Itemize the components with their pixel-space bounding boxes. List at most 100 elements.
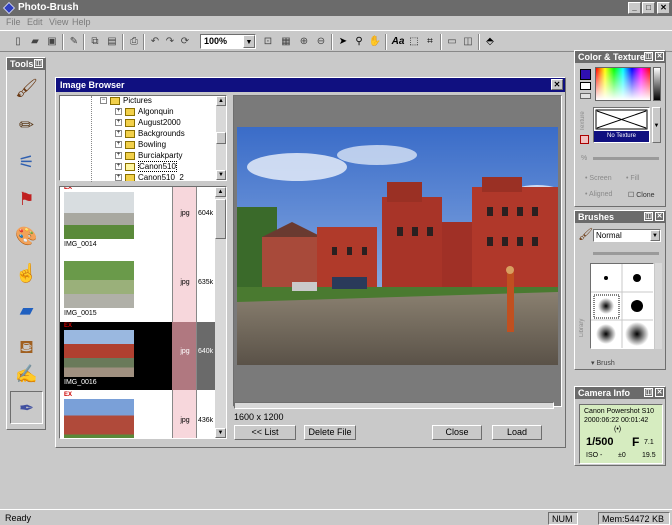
scroll-thumb[interactable] bbox=[216, 132, 226, 144]
clone-tool-icon[interactable]: ✍ bbox=[10, 358, 43, 391]
expand-icon[interactable]: + bbox=[115, 163, 122, 171]
actual-size-icon[interactable]: ⊡ bbox=[260, 34, 276, 50]
thumbnail-scrollbar[interactable]: ▲ ▼ bbox=[215, 187, 226, 438]
menu-edit[interactable]: Edit bbox=[27, 17, 43, 27]
pointer-icon[interactable]: ➤ bbox=[335, 34, 351, 50]
folder-item[interactable]: + Bowling bbox=[115, 140, 166, 151]
minimize-button[interactable]: _ bbox=[628, 2, 641, 14]
airbrush-tool-icon[interactable]: ⚟ bbox=[10, 146, 43, 179]
eraser-tool-icon[interactable]: ▰ bbox=[10, 294, 43, 327]
menu-file[interactable]: File bbox=[6, 17, 21, 27]
new-file-icon[interactable]: ▯ bbox=[10, 34, 26, 50]
thumbnail-image[interactable] bbox=[64, 192, 134, 239]
texture-toggle-icon[interactable] bbox=[580, 135, 589, 144]
folder-item[interactable]: + August2000 bbox=[115, 118, 181, 129]
save-icon[interactable]: ▣ bbox=[44, 34, 60, 50]
menu-view[interactable]: View bbox=[49, 17, 68, 27]
scroll-thumb[interactable] bbox=[215, 199, 226, 239]
close-icon[interactable]: ✕ bbox=[655, 388, 664, 397]
zoom-out-icon[interactable]: ⊖ bbox=[313, 34, 329, 50]
effects-tool-icon[interactable]: ✒ bbox=[10, 391, 43, 424]
clone-option[interactable]: ☐ Clone bbox=[628, 191, 655, 199]
thumbnail-image[interactable] bbox=[64, 261, 134, 308]
undo-icon[interactable]: ↶ bbox=[147, 34, 163, 50]
palette-tool-icon[interactable]: 🎨 bbox=[10, 220, 43, 253]
scroll-down-icon[interactable]: ▼ bbox=[216, 170, 226, 180]
print-icon[interactable]: ⎙ bbox=[126, 34, 142, 50]
expand-icon[interactable]: + bbox=[115, 174, 122, 181]
panel-restore-icon[interactable]: ◫ bbox=[644, 388, 653, 397]
chevron-down-icon[interactable]: ▼ bbox=[243, 35, 255, 48]
background-color-swatch[interactable] bbox=[580, 82, 591, 90]
folder-item[interactable]: + Canon510_2 bbox=[115, 173, 184, 181]
thumbnail-row-selected[interactable]: EX IMG_0016 bbox=[60, 322, 172, 390]
panel-restore-icon[interactable]: ◫ bbox=[644, 212, 653, 221]
texture-dropdown-icon[interactable]: ▼ bbox=[652, 107, 661, 143]
folder-item-selected[interactable]: + Canon510 bbox=[115, 161, 177, 173]
scroll-up-icon[interactable]: ▲ bbox=[215, 187, 226, 197]
expand-icon[interactable]: + bbox=[115, 130, 122, 138]
hand-icon[interactable]: ✋ bbox=[367, 34, 383, 50]
folder-item[interactable]: − Pictures bbox=[100, 96, 152, 107]
thumbnail-image[interactable] bbox=[64, 399, 134, 438]
pencil-tool-icon[interactable]: ✏ bbox=[10, 109, 43, 142]
texture-preview[interactable]: No Texture bbox=[593, 107, 650, 143]
select-rect-icon[interactable]: ⬚ bbox=[406, 34, 422, 50]
thumbnail-row[interactable]: EX jpg 436k bbox=[60, 391, 218, 438]
pointer-help-icon[interactable]: ⬘ bbox=[482, 34, 498, 50]
resize-icon[interactable]: ◫ bbox=[460, 34, 476, 50]
folder-item[interactable]: + Backgrounds bbox=[115, 129, 185, 140]
magnifier-icon[interactable]: ⚲ bbox=[351, 34, 367, 50]
lightness-strip[interactable] bbox=[653, 67, 661, 101]
rotate-icon[interactable]: ⟳ bbox=[177, 34, 193, 50]
menu-help[interactable]: Help bbox=[72, 17, 91, 27]
maximize-button[interactable]: □ bbox=[642, 2, 655, 14]
folder-item[interactable]: + Algonquin bbox=[115, 107, 174, 118]
load-button[interactable]: Load bbox=[492, 425, 542, 440]
aligned-option[interactable]: • Aligned bbox=[585, 191, 612, 198]
chevron-down-icon[interactable]: ▼ bbox=[650, 230, 660, 241]
close-icon[interactable]: ✕ bbox=[551, 79, 563, 90]
zoom-select[interactable]: 100% ▼ bbox=[200, 34, 256, 49]
color-spectrum[interactable] bbox=[595, 67, 651, 101]
fit-window-icon[interactable]: ▦ bbox=[278, 34, 294, 50]
expand-icon[interactable]: + bbox=[115, 108, 122, 116]
opacity-slider[interactable] bbox=[593, 157, 659, 160]
expand-icon[interactable]: + bbox=[115, 152, 122, 160]
crop-icon[interactable]: ⌗ bbox=[422, 34, 438, 50]
thumbnail-row[interactable]: EX IMG_0014 jpg 604k bbox=[60, 187, 218, 252]
close-icon[interactable]: ✕ bbox=[655, 52, 664, 61]
paste-icon[interactable]: ▤ bbox=[104, 34, 120, 50]
scan-icon[interactable]: ✎ bbox=[66, 34, 82, 50]
delete-file-button[interactable]: Delete File bbox=[304, 425, 356, 440]
brush-scrollbar[interactable] bbox=[655, 263, 662, 349]
close-button[interactable]: ✕ bbox=[657, 2, 670, 14]
close-icon[interactable]: ✕ bbox=[655, 212, 664, 221]
preview-scrollbar[interactable] bbox=[234, 402, 554, 409]
close-dialog-button[interactable]: Close bbox=[432, 425, 482, 440]
foreground-color-swatch[interactable] bbox=[580, 69, 591, 80]
zoom-in-icon[interactable]: ⊕ bbox=[296, 34, 312, 50]
thumbnail-row[interactable]: IMG_0015 jpg 635k bbox=[60, 253, 218, 321]
screen-option[interactable]: • Screen bbox=[585, 175, 612, 182]
expand-icon[interactable]: + bbox=[115, 119, 122, 127]
panel-restore-icon[interactable]: ◫ bbox=[34, 59, 43, 68]
copy-icon[interactable]: ⧉ bbox=[87, 34, 103, 50]
panel-restore-icon[interactable]: ◫ bbox=[644, 52, 653, 61]
layers-icon[interactable]: ▭ bbox=[444, 34, 460, 50]
fill-option[interactable]: • Fill bbox=[626, 175, 639, 182]
swap-colors-icon[interactable] bbox=[580, 93, 591, 99]
open-folder-icon[interactable]: ▰ bbox=[27, 34, 43, 50]
blend-mode-select[interactable]: Normal ▼ bbox=[593, 229, 661, 242]
redo-icon[interactable]: ↷ bbox=[162, 34, 178, 50]
list-button[interactable]: << List bbox=[234, 425, 296, 440]
scroll-up-icon[interactable]: ▲ bbox=[216, 96, 226, 106]
expand-icon[interactable]: + bbox=[115, 141, 122, 149]
brush-tool-icon[interactable]: 🖌 bbox=[10, 72, 43, 105]
collapse-icon[interactable]: − bbox=[100, 97, 107, 105]
stamp-tool-icon[interactable]: ⚑ bbox=[10, 183, 43, 216]
thumbnail-image[interactable] bbox=[64, 330, 134, 377]
text-tool-icon[interactable]: Aa bbox=[390, 34, 406, 50]
tree-scrollbar[interactable]: ▲ ▼ bbox=[216, 96, 226, 180]
smudge-tool-icon[interactable]: ☝ bbox=[10, 257, 43, 290]
